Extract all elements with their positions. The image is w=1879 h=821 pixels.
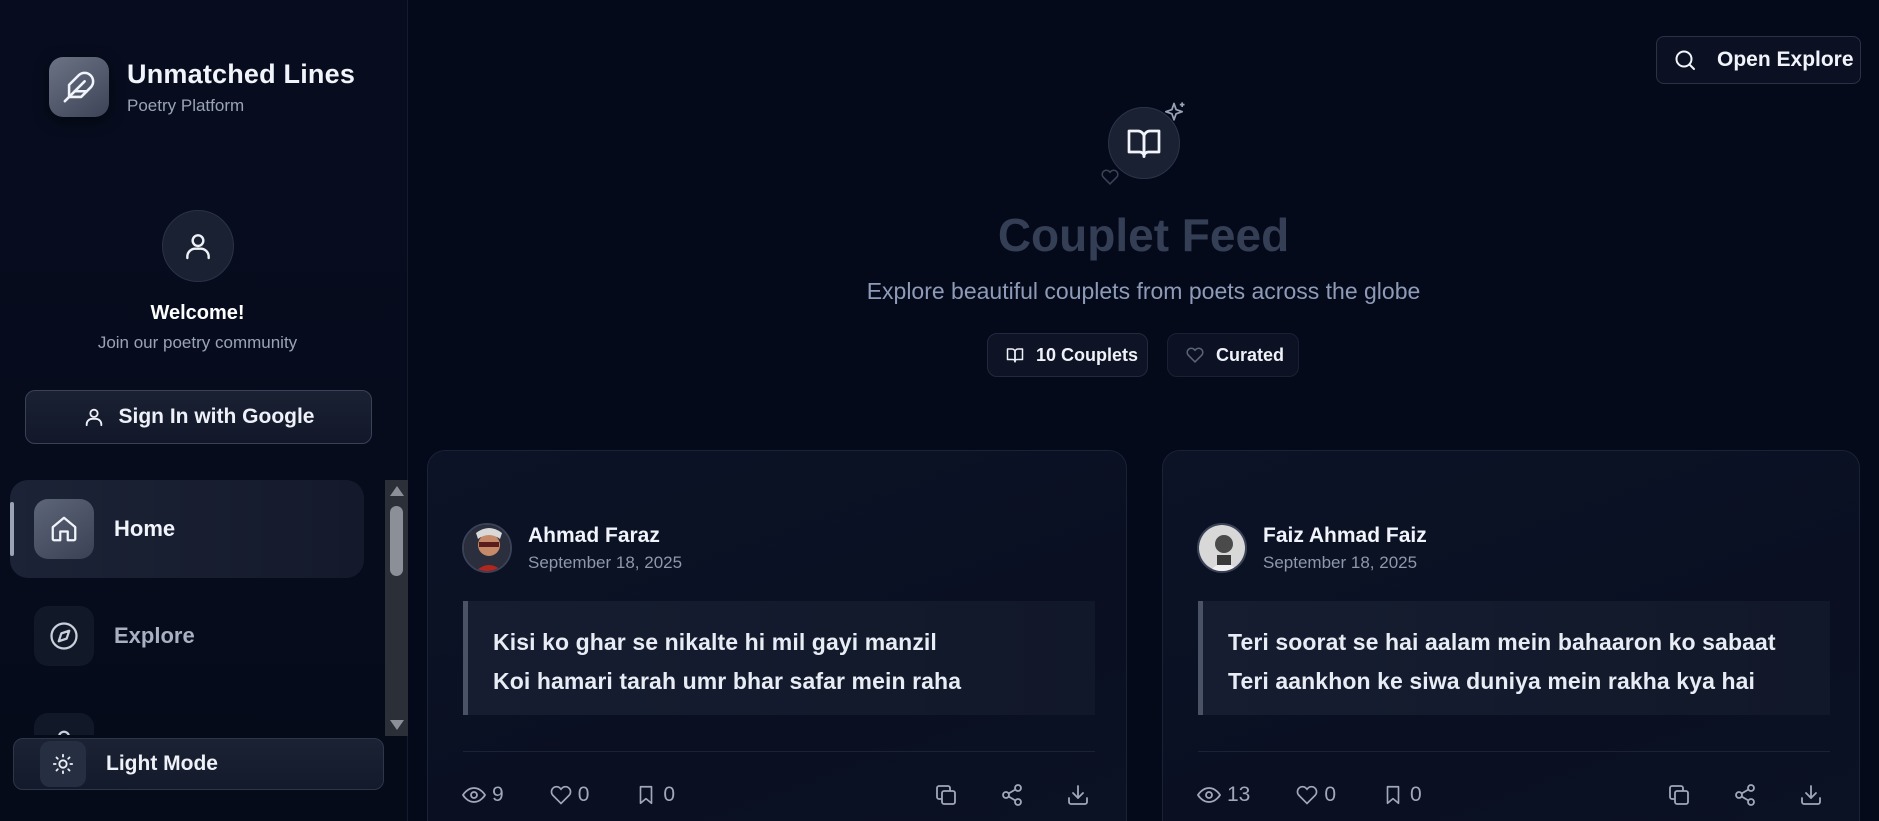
likes-count: 0 [1324, 783, 1337, 806]
share-button[interactable] [1733, 783, 1757, 807]
divider [463, 751, 1095, 752]
curated-badge: Curated [1167, 333, 1299, 377]
couplet-text: Teri soorat se hai aalam mein bahaaron k… [1198, 601, 1830, 715]
copy-button[interactable] [1667, 783, 1691, 807]
couplet-line-2: Teri aankhon ke siwa duniya mein rakha k… [1228, 668, 1755, 694]
likes-count: 0 [577, 783, 590, 806]
heart-icon [1297, 785, 1318, 805]
couplet-line-1: Teri soorat se hai aalam mein bahaaron k… [1228, 629, 1776, 655]
download-icon [1801, 785, 1821, 805]
scroll-down-arrow[interactable] [390, 720, 404, 730]
couplet-count-label: 10 Couplets [1036, 344, 1139, 365]
compass-icon [34, 606, 94, 666]
active-indicator [10, 502, 14, 556]
welcome-heading: Welcome! [150, 302, 245, 324]
couplet-line-1: Kisi ko ghar se nikalte hi mil gayi manz… [493, 629, 937, 655]
like-button[interactable]: 0 [1296, 783, 1336, 807]
eye-icon [462, 787, 486, 803]
copy-icon [936, 785, 956, 805]
sidebar-scrollbar[interactable] [385, 480, 408, 736]
heart-icon [1186, 347, 1204, 363]
feather-icon [49, 57, 109, 117]
share-icon [1002, 784, 1022, 806]
bookmark-button[interactable]: 0 [635, 783, 675, 807]
sidebar-nav: Home Explore [10, 480, 365, 735]
sun-icon [40, 741, 86, 787]
couplet-line-2: Koi hamari tarah umr bhar safar mein rah… [493, 668, 962, 694]
author-name[interactable]: Ahmad Faraz [528, 524, 682, 548]
light-mode-toggle[interactable]: Light Mode [13, 738, 384, 790]
views-count: 13 [1227, 783, 1251, 806]
download-button[interactable] [1799, 783, 1823, 807]
sign-in-google-button[interactable]: Sign In with Google [25, 390, 372, 444]
welcome-tagline: Join our poetry community [97, 333, 298, 352]
open-explore-label: Open Explore [1717, 48, 1854, 71]
sidebar-item-label: Home [114, 516, 176, 541]
couplet-card[interactable]: Ahmad Faraz September 18, 2025 Kisi ko g… [427, 450, 1127, 821]
saves-count: 0 [1410, 783, 1422, 806]
brand-subtitle: Poetry Platform [127, 95, 245, 115]
open-explore-button[interactable]: Open Explore [1656, 36, 1861, 84]
search-icon [1675, 50, 1695, 70]
avatar[interactable] [1197, 523, 1247, 573]
share-button[interactable] [1000, 783, 1024, 807]
sparkle-icon [1164, 102, 1185, 121]
book-open-icon [1006, 348, 1024, 363]
heart-icon [1101, 169, 1119, 185]
home-icon [34, 499, 94, 559]
avatar[interactable] [462, 523, 512, 573]
scroll-up-arrow[interactable] [390, 486, 404, 496]
eye-icon [1197, 787, 1221, 803]
sign-in-label: Sign In with Google [118, 405, 315, 428]
card-actions [1625, 783, 1823, 807]
scroll-thumb[interactable] [390, 506, 403, 576]
card-stats: 13 0 0 [1197, 783, 1468, 807]
brand-title: Unmatched Lines [127, 58, 356, 89]
saves-count: 0 [663, 783, 676, 806]
sidebar-item-explore[interactable]: Explore [10, 587, 365, 685]
post-date: September 18, 2025 [528, 552, 683, 572]
bookmark-button[interactable]: 0 [1382, 783, 1422, 807]
views-count: 9 [492, 783, 504, 806]
heart-icon [550, 785, 572, 805]
author-block[interactable]: Faiz Ahmad Faiz September 18, 2025 [1197, 523, 1427, 573]
download-icon [1068, 785, 1088, 805]
divider [1198, 751, 1830, 752]
bookmark-icon [640, 785, 653, 805]
page-subtitle: Explore beautiful couplets from poets ac… [866, 278, 1421, 304]
views-stat: 9 [462, 783, 504, 807]
share-icon [1735, 784, 1755, 806]
lock-icon [34, 713, 94, 735]
copy-icon [1669, 785, 1689, 805]
bookmark-icon [1386, 785, 1400, 805]
download-button[interactable] [1066, 783, 1090, 807]
curated-label: Curated [1216, 344, 1285, 365]
couplet-count-badge: 10 Couplets [987, 333, 1148, 377]
sidebar-item-label: Explore [114, 623, 195, 648]
couplet-text: Kisi ko ghar se nikalte hi mil gayi manz… [463, 601, 1095, 715]
copy-button[interactable] [934, 783, 958, 807]
author-name[interactable]: Faiz Ahmad Faiz [1263, 524, 1427, 548]
sidebar-item-partial[interactable] [10, 694, 365, 735]
author-block[interactable]: Ahmad Faraz September 18, 2025 [462, 523, 682, 573]
light-mode-label: Light Mode [106, 752, 218, 775]
user-icon [85, 408, 102, 427]
views-stat: 13 [1197, 783, 1250, 807]
card-actions [892, 783, 1090, 807]
brand[interactable]: Unmatched Lines Poetry Platform [49, 57, 355, 117]
sidebar: Unmatched Lines Poetry Platform Welcome!… [0, 0, 408, 821]
card-stats: 9 0 0 [462, 783, 721, 807]
post-date: September 18, 2025 [1263, 552, 1418, 572]
couplet-card[interactable]: Faiz Ahmad Faiz September 18, 2025 Teri … [1162, 450, 1860, 821]
like-button[interactable]: 0 [550, 783, 590, 807]
page-title: Couplet Feed [997, 209, 1290, 261]
sidebar-item-home[interactable]: Home [10, 480, 364, 578]
